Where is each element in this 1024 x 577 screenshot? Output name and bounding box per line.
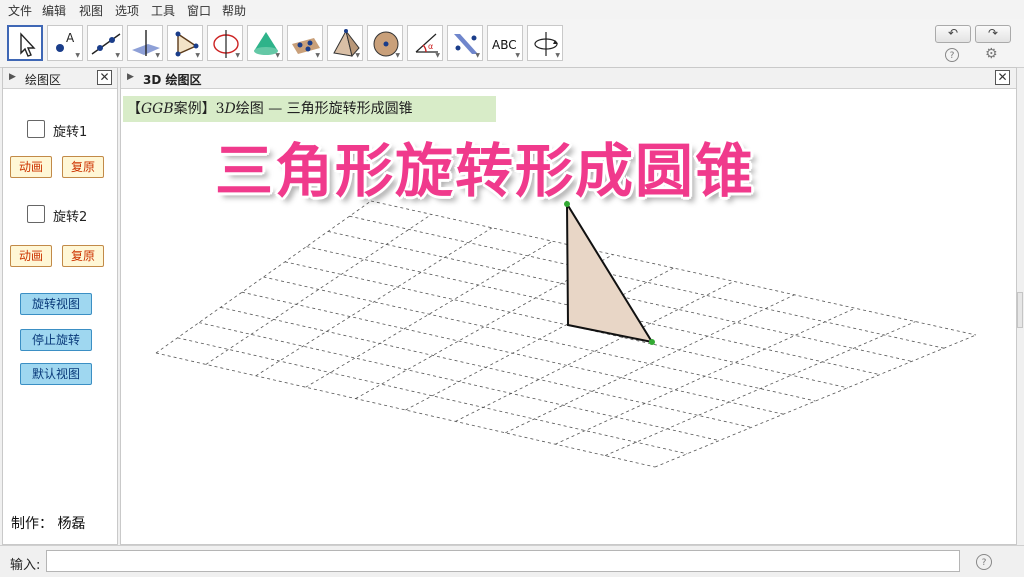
reset1-button[interactable]: 复原 — [62, 156, 104, 178]
settings-gear-icon[interactable]: ⚙ — [985, 46, 998, 62]
tool-plane-points[interactable]: ▼ — [287, 25, 323, 61]
default-view-button[interactable]: 默认视图 — [20, 363, 92, 385]
svg-text:A: A — [66, 31, 75, 45]
undo-button[interactable]: ↶ — [935, 25, 971, 43]
author-credit: 制作： 杨磊 — [11, 516, 86, 532]
input-help-icon[interactable]: ? — [976, 554, 992, 570]
input-label: 输入: — [10, 558, 41, 573]
rotate-view-button[interactable]: 旋转视图 — [20, 293, 92, 315]
case-banner: 【𝐺𝐺𝐵案例】3𝐷绘图 — 三角形旋转形成圆锥 — [123, 96, 496, 122]
rotate1-checkbox[interactable] — [27, 120, 45, 138]
menu-help[interactable]: 帮助 — [222, 2, 246, 19]
dropdown-indicator: ▼ — [315, 52, 320, 59]
reset2-button[interactable]: 复原 — [62, 245, 104, 267]
dropdown-indicator: ▼ — [435, 52, 440, 59]
tool-cone[interactable]: ▼ — [247, 25, 283, 61]
tool-point[interactable]: A ▼ — [47, 25, 83, 61]
animate2-button[interactable]: 动画 — [10, 245, 52, 267]
menu-view[interactable]: 视图 — [79, 2, 103, 19]
dropdown-indicator: ▼ — [115, 52, 120, 59]
svg-text:α: α — [428, 42, 433, 51]
rotate1-label: 旋转1 — [53, 125, 88, 140]
dropdown-indicator: ▼ — [275, 52, 280, 59]
overlay-title: 三角形旋转形成圆锥 — [215, 137, 756, 205]
dropdown-indicator: ▼ — [475, 52, 480, 59]
move-arrow-icon — [20, 32, 36, 57]
ground-grid — [155, 200, 977, 468]
menu-edit[interactable]: 编辑 — [42, 2, 66, 19]
animate1-button[interactable]: 动画 — [10, 156, 52, 178]
toolbar: A ▼ ▼ ▼ ▼ ▼ ▼ ▼ ▼ ▼ α ▼ ▼ ABC ▼ ▼ ↶ ↷ ? … — [0, 19, 1024, 68]
tool-circle-axis[interactable]: ▼ — [207, 25, 243, 61]
dropdown-indicator: ▼ — [395, 52, 400, 59]
panel-resize-handle[interactable] — [1017, 292, 1023, 328]
dropdown-indicator: ▼ — [555, 52, 560, 59]
graphics-panel: ▶ 绘图区 ✕ 旋转1 动画 复原 旋转2 动画 复原 旋转视图 停止旋转 默认… — [2, 67, 118, 545]
tool-move[interactable] — [7, 25, 43, 61]
tool-rotate-view[interactable]: ▼ — [527, 25, 563, 61]
tool-polygon[interactable]: ▼ — [167, 25, 203, 61]
dropdown-indicator: ▼ — [515, 52, 520, 59]
menu-bar: 文件 编辑 视图 选项 工具 窗口 帮助 — [0, 0, 1024, 19]
menu-options[interactable]: 选项 — [115, 2, 139, 19]
svg-text:ABC: ABC — [492, 38, 517, 52]
graphics-panel-title: 绘图区 — [25, 73, 62, 87]
dropdown-indicator: ▼ — [355, 52, 360, 59]
graphics3d-panel: ▶ 3D 绘图区 ✕ 【𝐺𝐺𝐵案例】3𝐷绘图 — 三角形旋转形成圆锥 三角形旋转… — [120, 67, 1017, 545]
dropdown-indicator: ▼ — [235, 52, 240, 59]
dropdown-indicator: ▼ — [75, 52, 80, 59]
command-input[interactable] — [46, 550, 960, 572]
close-graphics-panel-button[interactable]: ✕ — [97, 70, 112, 85]
triangle-vertex-right[interactable] — [649, 339, 655, 345]
tool-reflect[interactable]: ▼ — [447, 25, 483, 61]
menu-file[interactable]: 文件 — [8, 2, 32, 19]
dropdown-indicator: ▼ — [195, 52, 200, 59]
collapse-triangle-icon[interactable]: ▶ — [9, 72, 16, 82]
graphics-panel-header: ▶ 绘图区 ✕ — [3, 68, 117, 89]
tool-line[interactable]: ▼ — [87, 25, 123, 61]
tool-text[interactable]: ABC ▼ — [487, 25, 523, 61]
rotate2-label: 旋转2 — [53, 210, 88, 225]
dropdown-indicator: ▼ — [155, 52, 160, 59]
redo-button[interactable]: ↷ — [975, 25, 1011, 43]
stop-rotate-button[interactable]: 停止旋转 — [20, 329, 92, 351]
menu-tools[interactable]: 工具 — [151, 2, 175, 19]
rotate2-checkbox[interactable] — [27, 205, 45, 223]
tool-perpendicular[interactable]: ▼ — [127, 25, 163, 61]
help-icon[interactable]: ? — [945, 48, 959, 62]
tool-pyramid[interactable]: ▼ — [327, 25, 363, 61]
triangle-face[interactable] — [565, 200, 655, 344]
tool-angle[interactable]: α ▼ — [407, 25, 443, 61]
menu-window[interactable]: 窗口 — [187, 2, 211, 19]
tool-sphere[interactable]: ▼ — [367, 25, 403, 61]
input-bar: 输入: ? — [0, 545, 1024, 577]
